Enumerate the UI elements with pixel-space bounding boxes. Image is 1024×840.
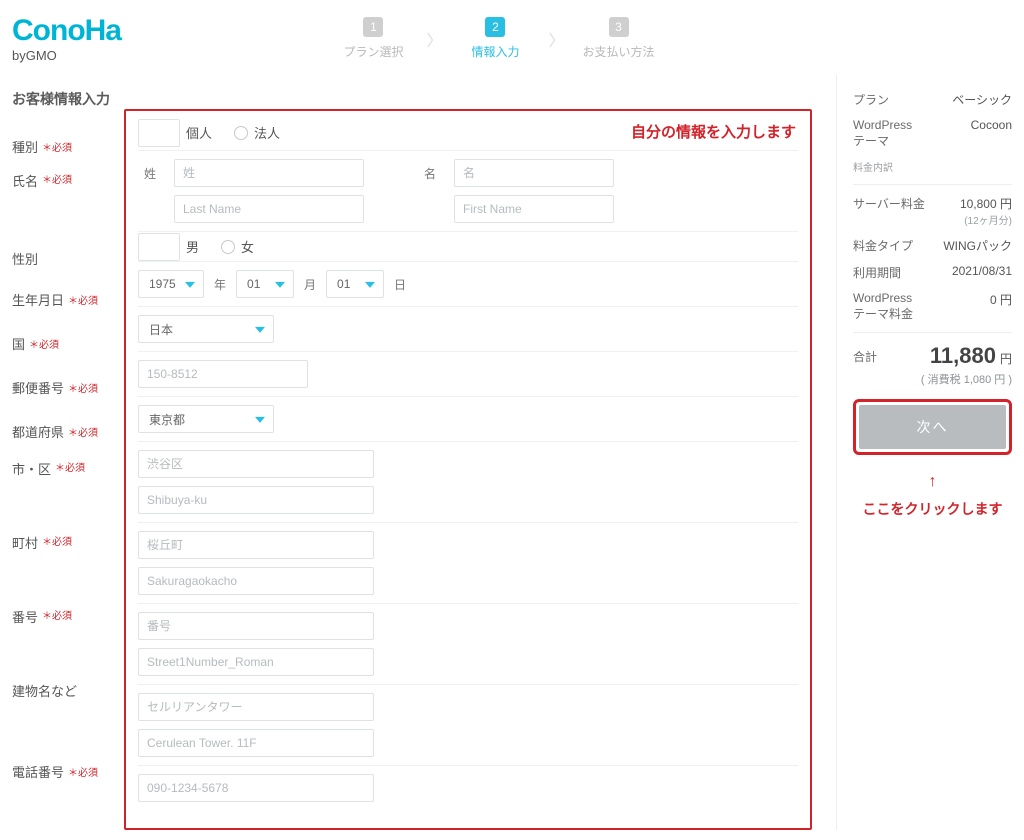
label-street: 番号＊必須 bbox=[12, 601, 124, 675]
step-plan: 1 プラン選択 bbox=[338, 17, 408, 60]
step-2-label: 情報入力 bbox=[460, 43, 530, 60]
label-dob: 生年月日＊必須 bbox=[12, 277, 124, 321]
input-mei[interactable] bbox=[454, 159, 614, 187]
select-country[interactable]: 日本 bbox=[138, 315, 274, 343]
select-month[interactable]: 01 bbox=[236, 270, 294, 298]
section-title: お客様情報入力 bbox=[12, 89, 812, 109]
header: ConoHa byGMO 1 プラン選択 〉 2 情報入力 〉 3 お支払い方法 bbox=[12, 10, 1012, 75]
input-building-en[interactable] bbox=[138, 729, 374, 757]
label-mei: 名 bbox=[418, 165, 442, 182]
chevron-down-icon bbox=[185, 282, 195, 288]
input-tel[interactable] bbox=[138, 774, 374, 802]
input-street-en[interactable] bbox=[138, 648, 374, 676]
summary-theme: WordPress テーマCocoon bbox=[853, 118, 1012, 149]
label-type: 種別＊必須 bbox=[12, 127, 124, 165]
radio-icon bbox=[221, 240, 235, 254]
step-1-badge: 1 bbox=[363, 17, 383, 37]
summary-wptheme: WordPress テーマ料金0 円 bbox=[853, 291, 1012, 322]
step-2-badge: 2 bbox=[485, 17, 505, 37]
step-1-label: プラン選択 bbox=[338, 43, 408, 60]
summary-total: 合計 11,880円 bbox=[853, 343, 1012, 369]
radio-male[interactable]: 男 bbox=[138, 233, 199, 261]
chevron-right-icon: 〉 bbox=[426, 27, 442, 51]
progress-steps: 1 プラン選択 〉 2 情報入力 〉 3 お支払い方法 bbox=[151, 17, 842, 60]
chevron-down-icon bbox=[275, 282, 285, 288]
input-town-jp[interactable] bbox=[138, 531, 374, 559]
label-name: 氏名＊必須 bbox=[12, 165, 124, 239]
step-3-label: お支払い方法 bbox=[583, 43, 655, 60]
annotation-click-text: ここをクリックします bbox=[853, 499, 1012, 519]
radio-corporate[interactable]: 法人 bbox=[234, 123, 280, 142]
radio-individual[interactable]: 個人 bbox=[138, 119, 212, 147]
summary-plan: プランベーシック bbox=[853, 91, 1012, 108]
select-day[interactable]: 01 bbox=[326, 270, 384, 298]
label-gender: 性別 bbox=[12, 239, 124, 277]
step-3-badge: 3 bbox=[609, 17, 629, 37]
chevron-down-icon bbox=[365, 282, 375, 288]
step-info: 2 情報入力 bbox=[460, 17, 530, 60]
label-postal: 郵便番号＊必須 bbox=[12, 365, 124, 409]
input-last-name[interactable] bbox=[174, 195, 364, 223]
summary-type: 料金タイプWINGパック bbox=[853, 237, 1012, 254]
summary-period: 利用期間2021/08/31 bbox=[853, 264, 1012, 281]
chevron-down-icon bbox=[255, 417, 265, 423]
label-town: 町村＊必須 bbox=[12, 527, 124, 601]
label-bldg: 建物名など bbox=[12, 675, 124, 749]
annotation-next-frame: 次へ bbox=[853, 399, 1012, 455]
input-city-en[interactable] bbox=[138, 486, 374, 514]
input-city-jp[interactable] bbox=[138, 450, 374, 478]
next-button[interactable]: 次へ bbox=[859, 405, 1006, 449]
select-prefecture[interactable]: 東京都 bbox=[138, 405, 274, 433]
summary-server: サーバー料金 10,800 円(12ヶ月分) bbox=[853, 195, 1012, 227]
chevron-right-icon: 〉 bbox=[548, 27, 564, 51]
select-year[interactable]: 1975 bbox=[138, 270, 204, 298]
radio-icon bbox=[138, 119, 180, 147]
radio-icon bbox=[234, 126, 248, 140]
input-postal[interactable] bbox=[138, 360, 308, 388]
annotation-redbox: 自分の情報を入力します 個人 法人 bbox=[124, 109, 812, 830]
label-sei: 姓 bbox=[138, 165, 162, 182]
annotation-arrow-up-icon: ↑ bbox=[853, 473, 1012, 491]
summary-tax: ( 消費税 1,080 円 ) bbox=[853, 371, 1012, 387]
input-first-name[interactable] bbox=[454, 195, 614, 223]
chevron-down-icon bbox=[255, 327, 265, 333]
radio-female[interactable]: 女 bbox=[221, 237, 254, 256]
input-town-en[interactable] bbox=[138, 567, 374, 595]
input-building-jp[interactable] bbox=[138, 693, 374, 721]
radio-icon bbox=[138, 233, 180, 261]
label-tel: 電話番号＊必須 bbox=[12, 749, 124, 793]
input-street-jp[interactable] bbox=[138, 612, 374, 640]
logo: ConoHa byGMO bbox=[12, 14, 121, 63]
input-sei[interactable] bbox=[174, 159, 364, 187]
label-country: 国＊必須 bbox=[12, 321, 124, 365]
annotation-redbox-text: 自分の情報を入力します bbox=[631, 121, 796, 142]
logo-sub: byGMO bbox=[12, 48, 57, 63]
label-city: 市・区＊必須 bbox=[12, 453, 124, 527]
summary-breakdown-label: 料金内訳 bbox=[853, 159, 1012, 174]
step-payment: 3 お支払い方法 bbox=[583, 17, 655, 60]
summary-sidebar: プランベーシック WordPress テーマCocoon 料金内訳 サーバー料金… bbox=[836, 75, 1012, 830]
label-pref: 都道府県＊必須 bbox=[12, 409, 124, 453]
